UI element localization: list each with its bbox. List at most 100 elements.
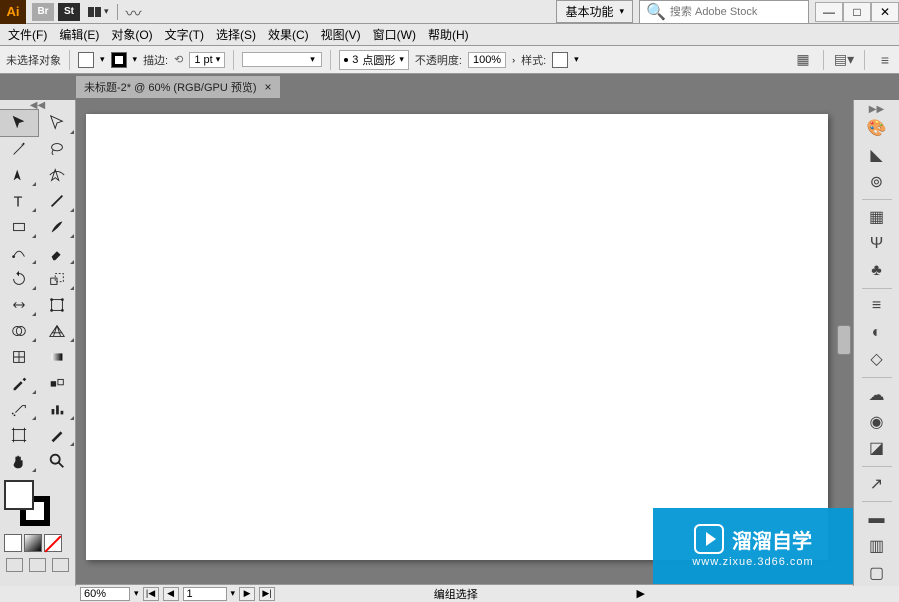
eraser-tool[interactable] xyxy=(38,240,76,266)
align-icon[interactable]: ▦ xyxy=(795,52,811,68)
transform-icon[interactable]: ▤▾ xyxy=(836,52,852,68)
magic-wand-tool[interactable] xyxy=(0,136,38,162)
draw-behind-mode[interactable] xyxy=(29,558,46,572)
rectangle-tool[interactable] xyxy=(0,214,38,240)
rotate-tool[interactable] xyxy=(0,266,38,292)
close-button[interactable]: ✕ xyxy=(871,2,899,22)
zoom-tool[interactable] xyxy=(38,448,76,474)
dock-collapse-handle[interactable]: ▶▶ xyxy=(869,104,884,115)
asset-export-panel-icon[interactable]: ▥ xyxy=(858,533,896,560)
adobe-stock-search[interactable]: 🔍 xyxy=(639,0,809,24)
chevron-down-icon[interactable]: ▾ xyxy=(231,588,236,599)
chevron-right-icon[interactable]: › xyxy=(512,55,515,65)
chevron-down-icon[interactable]: ▾ xyxy=(133,54,138,65)
style-swatch[interactable] xyxy=(552,52,568,68)
perspective-grid-tool[interactable] xyxy=(38,318,76,344)
libraries-panel-icon[interactable]: ☁ xyxy=(858,382,896,409)
recolor-panel-icon[interactable]: ⊚ xyxy=(858,168,896,195)
brushes-panel-icon[interactable]: Ψ xyxy=(858,231,896,258)
search-input[interactable] xyxy=(670,6,800,18)
slice-tool[interactable] xyxy=(38,422,76,448)
blend-tool[interactable] xyxy=(38,370,76,396)
lasso-tool[interactable] xyxy=(38,136,76,162)
close-tab-icon[interactable]: × xyxy=(265,80,272,94)
fill-color-swatch[interactable] xyxy=(4,480,34,510)
next-artboard-button[interactable]: ▶ xyxy=(239,587,255,601)
symbols-panel-icon[interactable]: ♣ xyxy=(858,257,896,284)
color-mode-gradient[interactable] xyxy=(24,534,42,552)
scale-tool[interactable] xyxy=(38,266,76,292)
gradient-tool[interactable] xyxy=(38,344,76,370)
stroke-weight-dropdown[interactable]: 1 pt ▾ xyxy=(189,52,225,68)
layers-panel-icon[interactable]: ▬ xyxy=(858,506,896,533)
mesh-tool[interactable] xyxy=(0,344,38,370)
stroke-swatch[interactable] xyxy=(111,52,127,68)
column-graph-tool[interactable] xyxy=(38,396,76,422)
type-tool[interactable]: T xyxy=(0,188,38,214)
symbol-sprayer-tool[interactable] xyxy=(0,396,38,422)
prev-artboard-button[interactable]: ◀ xyxy=(163,587,179,601)
stroke-link-icon[interactable]: ⟲ xyxy=(174,53,183,66)
stock-badge[interactable]: St xyxy=(58,3,80,21)
artboards-panel-icon[interactable]: ▢ xyxy=(858,559,896,586)
panel-menu-icon[interactable]: ≡ xyxy=(877,52,893,68)
menu-window[interactable]: 窗口(W) xyxy=(373,26,416,43)
chevron-down-icon[interactable]: ▾ xyxy=(134,588,139,599)
color-mode-solid[interactable] xyxy=(4,534,22,552)
swatches-panel-icon[interactable]: ▦ xyxy=(858,204,896,231)
menu-type[interactable]: 文字(T) xyxy=(165,26,204,43)
color-guide-panel-icon[interactable]: ◣ xyxy=(858,142,896,169)
chevron-down-icon[interactable]: ▾ xyxy=(574,54,579,65)
fill-swatch[interactable] xyxy=(78,52,94,68)
status-arrow-icon[interactable]: ▶ xyxy=(637,587,645,600)
draw-normal-mode[interactable] xyxy=(6,558,23,572)
workspace-switcher[interactable]: 基本功能 ▾ xyxy=(556,0,633,23)
brush-definition-dropdown[interactable]: 3 点圆形 ▾ xyxy=(339,50,409,70)
menu-select[interactable]: 选择(S) xyxy=(216,26,256,43)
menu-effect[interactable]: 效果(C) xyxy=(268,26,309,43)
free-transform-tool[interactable] xyxy=(38,292,76,318)
document-tab[interactable]: 未标题-2* @ 60% (RGB/GPU 预览) × xyxy=(76,76,280,98)
gpu-preview-icon[interactable]: 〰 xyxy=(126,0,142,24)
color-mode-none[interactable] xyxy=(44,534,62,552)
opacity-dropdown[interactable]: 100% xyxy=(468,52,506,68)
graphic-styles-panel-icon[interactable]: ◪ xyxy=(858,435,896,462)
eyedropper-tool[interactable] xyxy=(0,370,38,396)
menu-file[interactable]: 文件(F) xyxy=(8,26,47,43)
first-artboard-button[interactable]: |◀ xyxy=(143,587,159,601)
last-artboard-button[interactable]: ▶| xyxy=(259,587,275,601)
artboard[interactable] xyxy=(86,114,828,560)
minimize-button[interactable]: — xyxy=(815,2,843,22)
maximize-button[interactable]: □ xyxy=(843,2,871,22)
direct-selection-tool[interactable] xyxy=(38,110,76,136)
export-panel-icon[interactable]: ↗ xyxy=(858,470,896,497)
shaper-tool[interactable] xyxy=(0,240,38,266)
selection-tool[interactable] xyxy=(0,110,38,136)
hand-tool[interactable] xyxy=(0,448,38,474)
transparency-panel-icon[interactable]: ◇ xyxy=(858,346,896,373)
width-tool[interactable] xyxy=(0,292,38,318)
pen-tool[interactable] xyxy=(0,162,38,188)
shape-builder-tool[interactable] xyxy=(0,318,38,344)
artboard-number-input[interactable]: 1 xyxy=(183,587,227,601)
draw-inside-mode[interactable] xyxy=(52,558,69,572)
appearance-panel-icon[interactable]: ◉ xyxy=(858,408,896,435)
stroke-panel-icon[interactable]: ≡ xyxy=(858,293,896,320)
curvature-tool[interactable] xyxy=(38,162,76,188)
color-panel-icon[interactable]: 🎨 xyxy=(858,115,896,142)
artboard-tool[interactable] xyxy=(0,422,38,448)
line-segment-tool[interactable] xyxy=(38,188,76,214)
menu-edit[interactable]: 编辑(E) xyxy=(59,26,99,43)
zoom-level-input[interactable]: 60% xyxy=(80,587,130,601)
chevron-down-icon[interactable]: ▾ xyxy=(100,54,105,65)
gradient-panel-icon[interactable]: ◐ xyxy=(858,319,896,346)
tools-collapse-handle[interactable]: ◀◀ xyxy=(0,100,75,110)
menu-object[interactable]: 对象(O) xyxy=(111,26,152,43)
menu-view[interactable]: 视图(V) xyxy=(321,26,361,43)
bridge-badge[interactable]: Br xyxy=(32,3,54,21)
menu-help[interactable]: 帮助(H) xyxy=(428,26,469,43)
variable-width-profile-dropdown[interactable]: ▾ xyxy=(242,52,322,67)
paintbrush-tool[interactable] xyxy=(38,214,76,240)
arrange-documents-button[interactable]: ▾ xyxy=(88,6,109,17)
vertical-scrollbar-thumb[interactable] xyxy=(837,325,851,355)
